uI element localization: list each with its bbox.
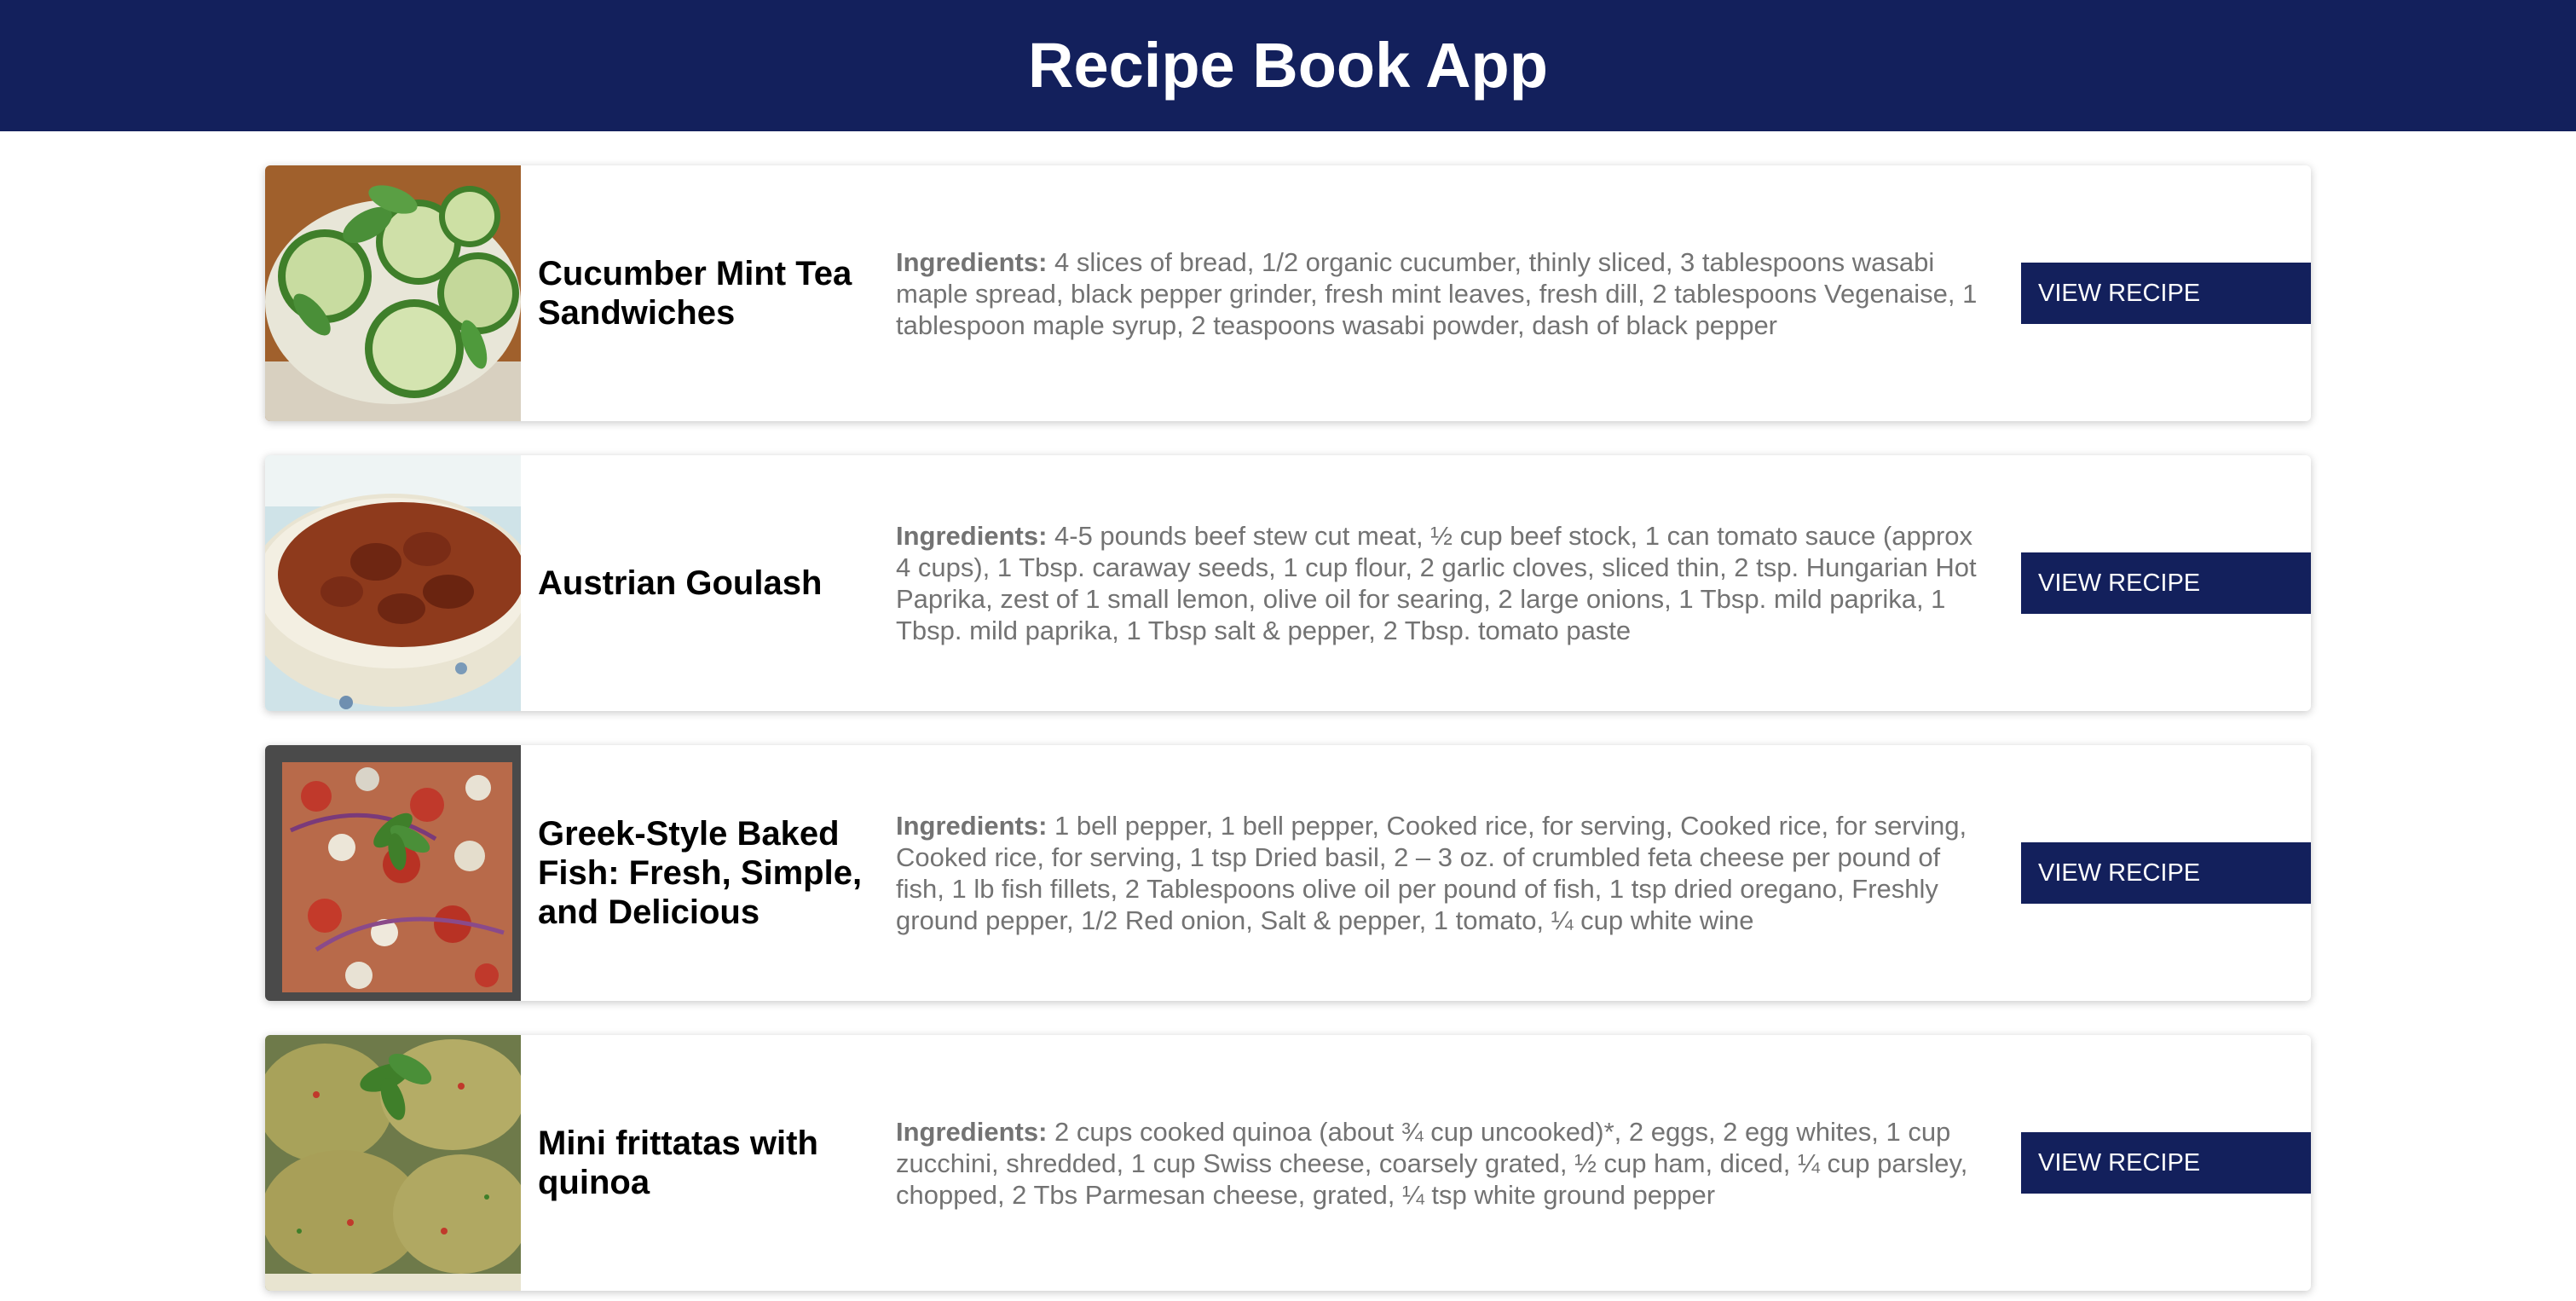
page-title: Recipe Book App	[1028, 30, 1548, 101]
ingredients-label: Ingredients:	[896, 246, 1048, 277]
recipe-ingredients: Ingredients: 1 bell pepper, 1 bell peppe…	[896, 810, 1996, 936]
recipe-card: Greek-Style Baked Fish: Fresh, Simple, a…	[265, 745, 2311, 1001]
recipe-title: Mini frittatas with quinoa	[538, 1125, 818, 1201]
ingredients-text: 4-5 pounds beef stew cut meat, ½ cup bee…	[896, 521, 1977, 645]
ingredients-label: Ingredients:	[896, 521, 1048, 551]
recipe-title: Cucumber Mint Tea Sandwiches	[538, 255, 852, 332]
recipe-title: Austrian Goulash	[538, 564, 823, 602]
goulash-bowl-photo	[265, 455, 521, 711]
recipe-image	[265, 165, 521, 421]
view-recipe-button[interactable]: VIEW RECIPE	[2021, 1132, 2311, 1194]
baked-fish-photo	[265, 745, 521, 1001]
cucumber-mint-photo	[265, 165, 521, 421]
recipe-ingredients: Ingredients: 4-5 pounds beef stew cut me…	[896, 520, 1996, 646]
ingredients-text: 2 cups cooked quinoa (about ¾ cup uncook…	[896, 1116, 1968, 1210]
ingredients-label: Ingredients:	[896, 1116, 1048, 1147]
recipe-image	[265, 745, 521, 1001]
recipe-ingredients: Ingredients: 2 cups cooked quinoa (about…	[896, 1116, 1996, 1211]
recipe-card: Cucumber Mint Tea Sandwiches Ingredients…	[265, 165, 2311, 421]
recipe-image	[265, 1035, 521, 1291]
app-header: Recipe Book App	[0, 0, 2576, 131]
ingredients-label: Ingredients:	[896, 811, 1048, 841]
recipe-image	[265, 455, 521, 711]
quinoa-frittata-photo	[265, 1035, 521, 1291]
view-recipe-button[interactable]: VIEW RECIPE	[2021, 842, 2311, 904]
ingredients-text: 1 bell pepper, 1 bell pepper, Cooked ric…	[896, 811, 1967, 935]
recipe-title: Greek-Style Baked Fish: Fresh, Simple, a…	[538, 815, 863, 931]
recipe-list: Cucumber Mint Tea Sandwiches Ingredients…	[265, 165, 2311, 1291]
recipe-ingredients: Ingredients: 4 slices of bread, 1/2 orga…	[896, 246, 1996, 341]
view-recipe-button[interactable]: VIEW RECIPE	[2021, 552, 2311, 614]
view-recipe-button[interactable]: VIEW RECIPE	[2021, 263, 2311, 324]
recipe-card: Mini frittatas with quinoa Ingredients: …	[265, 1035, 2311, 1291]
ingredients-text: 4 slices of bread, 1/2 organic cucumber,…	[896, 246, 1978, 340]
recipe-card: Austrian Goulash Ingredients: 4-5 pounds…	[265, 455, 2311, 711]
